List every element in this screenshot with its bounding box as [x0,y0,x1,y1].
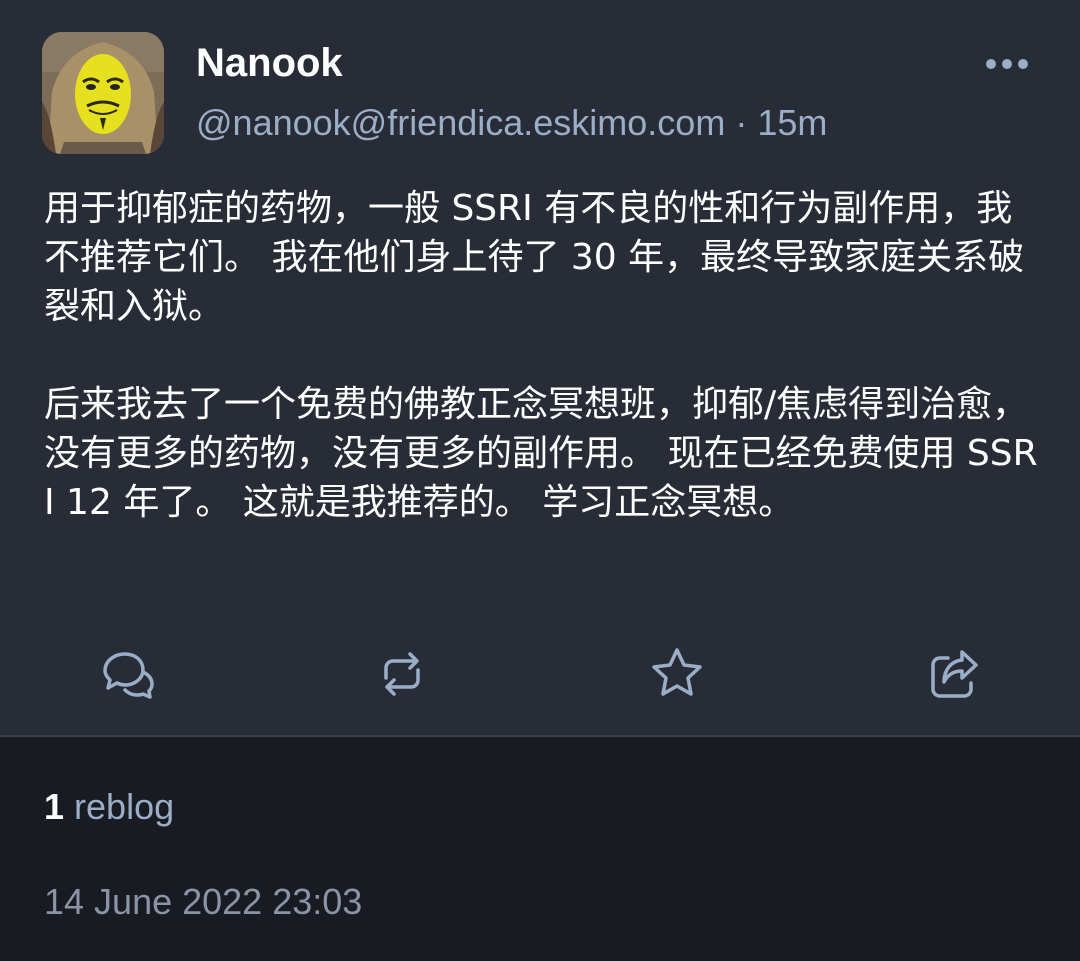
star-icon [652,648,702,696]
reblog-label: reblog [64,786,175,827]
favourite-button[interactable] [645,642,709,706]
reply-icon [103,652,154,699]
boost-button[interactable] [370,642,434,706]
display-name[interactable]: Nanook [196,38,343,88]
more-icon [986,59,1028,69]
relative-time[interactable]: 15m [757,102,827,143]
reblog-count: 1 [44,786,65,827]
reply-button[interactable] [95,642,159,706]
content-paragraph: 用于抑郁症的药物，一般 SSRI 有不良的性和行为副作用，我不推荐它们。 我在他… [44,188,1025,327]
share-button[interactable] [922,642,986,706]
avatar-image [42,32,164,154]
status-card: Nanook @nanook@friendica.eskimo.com · 15… [0,0,1080,736]
boost-icon [384,652,420,696]
content-paragraph: 后来我去了一个免费的佛教正念冥想班，抑郁/焦虑得到治愈，没有更多的药物，没有更多… [44,384,1038,523]
status-meta: @nanook@friendica.eskimo.com · 15m [196,98,827,148]
status-content: 用于抑郁症的药物，一般 SSRI 有不良的性和行为副作用，我不推荐它们。 我在他… [44,184,1044,576]
status-details [0,737,1080,961]
more-button[interactable] [978,44,1038,84]
share-icon [931,650,978,698]
reblog-count-link[interactable]: 1 reblog [44,782,174,832]
avatar[interactable] [42,32,164,154]
meta-separator: · [725,102,758,143]
timestamp[interactable]: 14 June 2022 23:03 [44,877,362,927]
account-handle[interactable]: @nanook@friendica.eskimo.com [196,102,725,143]
